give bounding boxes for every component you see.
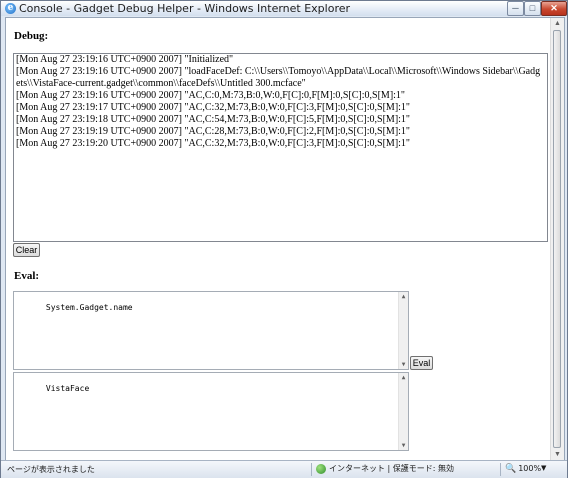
scroll-up-icon[interactable]: ▲ [399,373,408,382]
status-divider [311,463,312,476]
magnifier-icon: 🔍 [505,464,517,474]
eval-button[interactable]: Eval [410,356,433,370]
log-line: [Mon Aug 27 23:19:16 UTC+0900 2007] "AC,… [16,90,406,101]
zone-text: インターネット | 保護モード: 無効 [329,464,455,473]
log-line: [Mon Aug 27 23:19:16 UTC+0900 2007] "Ini… [16,54,234,65]
globe-icon [316,463,326,474]
eval-input-scrollbar[interactable]: ▲ ▼ [398,292,408,369]
title-bar[interactable]: e Console - Gadget Debug Helper - Window… [1,1,567,16]
close-button[interactable]: ✕ [541,1,567,16]
page-content: Debug: [Mon Aug 27 23:19:16 UTC+0900 200… [5,17,565,461]
status-text: ページが表示されました [7,465,95,474]
log-line: [Mon Aug 27 23:19:20 UTC+0900 2007] "AC,… [16,138,411,149]
chevron-down-icon[interactable]: ▼ [541,464,546,472]
page-scrollbar-thumb[interactable] [553,30,561,448]
eval-output-scrollbar[interactable]: ▲ ▼ [398,373,408,450]
log-line: [Mon Aug 27 23:19:17 UTC+0900 2007] "AC,… [16,102,411,113]
debug-label: Debug: [14,30,49,42]
security-zone[interactable]: インターネット | 保護モード: 無効 [316,463,454,474]
clear-button[interactable]: Clear [13,243,40,257]
scroll-down-icon[interactable]: ▼ [399,441,408,450]
minimize-button[interactable]: ─ [507,1,524,16]
maximize-button[interactable]: □ [524,1,541,16]
page-scrollbar[interactable]: ▲ ▼ [550,18,564,460]
debug-log-list: [Mon Aug 27 23:19:16 UTC+0900 2007] "Ini… [14,54,544,150]
log-line: [Mon Aug 27 23:19:18 UTC+0900 2007] "AC,… [16,114,411,125]
scroll-up-icon[interactable]: ▲ [553,19,562,28]
log-line: [Mon Aug 27 23:19:16 UTC+0900 2007] "loa… [16,66,541,89]
eval-input-value: System.Gadget.name [45,303,133,312]
status-bar: ページが表示されました インターネット | 保護モード: 無効 🔍 100% ▼ [1,460,567,478]
eval-label: Eval: [14,270,40,282]
eval-output-value: VistaFace [45,384,90,393]
scroll-down-icon[interactable]: ▼ [553,450,562,459]
eval-input-field[interactable]: System.Gadget.name ▲ ▼ [13,291,409,370]
ie-window: e Console - Gadget Debug Helper - Window… [0,0,568,478]
status-divider [500,463,501,476]
zoom-level: 100% [518,464,542,473]
scroll-up-icon[interactable]: ▲ [399,292,408,301]
eval-output-field[interactable]: VistaFace ▲ ▼ [13,372,409,451]
debug-log-box[interactable]: [Mon Aug 27 23:19:16 UTC+0900 2007] "Ini… [13,53,548,242]
internet-explorer-icon: e [5,3,16,14]
scroll-down-icon[interactable]: ▼ [399,360,408,369]
zoom-control[interactable]: 🔍 100% [505,464,541,474]
log-line: [Mon Aug 27 23:19:19 UTC+0900 2007] "AC,… [16,126,411,137]
window-title: Console - Gadget Debug Helper - Windows … [19,2,351,15]
